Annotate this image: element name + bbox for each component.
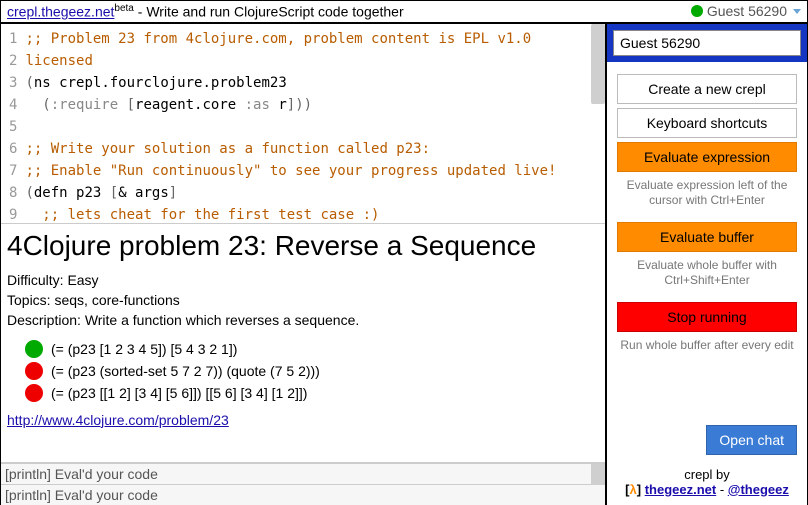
editor-scrollbar[interactable] — [591, 24, 605, 223]
code-editor[interactable]: 123456789 ;; Problem 23 from 4clojure.co… — [1, 24, 605, 224]
problem-pane: 4Clojure problem 23: Reverse a Sequence … — [1, 224, 605, 463]
left-pane: 123456789 ;; Problem 23 from 4clojure.co… — [1, 24, 607, 505]
eval-expr-hint: Evaluate expression left of the cursor w… — [617, 178, 797, 208]
header-right[interactable]: Guest 56290 — [691, 3, 801, 19]
guest-label: Guest 56290 — [707, 3, 787, 19]
code-area[interactable]: ;; Problem 23 from 4clojure.com, problem… — [25, 28, 605, 219]
test-expr: (= (p23 [[1 2] [3 4] [5 6]]) [[5 6] [3 4… — [51, 385, 307, 401]
lambda-icon: λ — [630, 482, 637, 497]
topics-label: Topics: — [7, 292, 54, 308]
sidebar: Create a new crepl Keyboard shortcuts Ev… — [607, 24, 807, 505]
stop-hint: Run whole buffer after every edit — [617, 338, 797, 353]
test-fail-icon — [25, 362, 43, 380]
site-link[interactable]: crepl.thegeez.net — [7, 4, 114, 20]
open-chat-button[interactable]: Open chat — [706, 425, 797, 455]
footer-twitter-link[interactable]: @thegeez — [728, 482, 789, 497]
description-value: Write a function which reverses a sequen… — [85, 312, 359, 328]
chevron-down-icon — [793, 9, 801, 14]
presence-dot-icon — [691, 5, 703, 17]
footer-by: crepl by — [613, 467, 801, 482]
problem-link[interactable]: http://www.4clojure.com/problem/23 — [7, 412, 229, 428]
guest-name-input[interactable] — [613, 30, 801, 56]
output-pane: [println] Eval'd your code [println] Eva… — [1, 463, 605, 505]
test-expr: (= (p23 (sorted-set 5 7 2 7)) (quote (7 … — [51, 363, 320, 379]
app-header: crepl.thegeez.netbeta - Write and run Cl… — [1, 1, 807, 24]
test-list: (= (p23 [1 2 3 4 5]) [5 4 3 2 1]) (= (p2… — [7, 338, 599, 404]
output-line: [println] Eval'd your code — [1, 464, 605, 485]
footer-separator: - — [716, 482, 728, 497]
header-left: crepl.thegeez.netbeta - Write and run Cl… — [7, 3, 404, 20]
test-row: (= (p23 [1 2 3 4 5]) [5 4 3 2 1]) — [7, 338, 599, 360]
test-fail-icon — [25, 384, 43, 402]
create-crepl-button[interactable]: Create a new crepl — [617, 74, 797, 104]
difficulty-label: Difficulty: — [7, 272, 67, 288]
beta-badge: beta — [114, 3, 133, 14]
stop-running-button[interactable]: Stop running — [617, 302, 797, 332]
name-box-wrap — [607, 24, 807, 62]
output-scrollbar[interactable] — [591, 464, 605, 486]
evaluate-buffer-button[interactable]: Evaluate buffer — [617, 222, 797, 252]
evaluate-expression-button[interactable]: Evaluate expression — [617, 142, 797, 172]
keyboard-shortcuts-button[interactable]: Keyboard shortcuts — [617, 108, 797, 138]
test-pass-icon — [25, 340, 43, 358]
difficulty-value: Easy — [67, 272, 98, 288]
sidebar-footer: crepl by [λ] thegeez.net - @thegeez — [607, 463, 807, 505]
eval-buffer-hint: Evaluate whole buffer with Ctrl+Shift+En… — [617, 258, 797, 288]
line-gutter: 123456789 — [1, 28, 25, 219]
topics-value: seqs, core-functions — [54, 292, 179, 308]
description-label: Description: — [7, 312, 85, 328]
problem-title: 4Clojure problem 23: Reverse a Sequence — [7, 230, 599, 262]
test-expr: (= (p23 [1 2 3 4 5]) [5 4 3 2 1]) — [51, 341, 237, 357]
tagline: - Write and run ClojureScript code toget… — [134, 4, 404, 20]
lambda-bracket-close: ] — [637, 482, 645, 497]
footer-site-link[interactable]: thegeez.net — [645, 482, 717, 497]
test-row: (= (p23 (sorted-set 5 7 2 7)) (quote (7 … — [7, 360, 599, 382]
output-line: [println] Eval'd your code — [1, 485, 605, 505]
test-row: (= (p23 [[1 2] [3 4] [5 6]]) [[5 6] [3 4… — [7, 382, 599, 404]
